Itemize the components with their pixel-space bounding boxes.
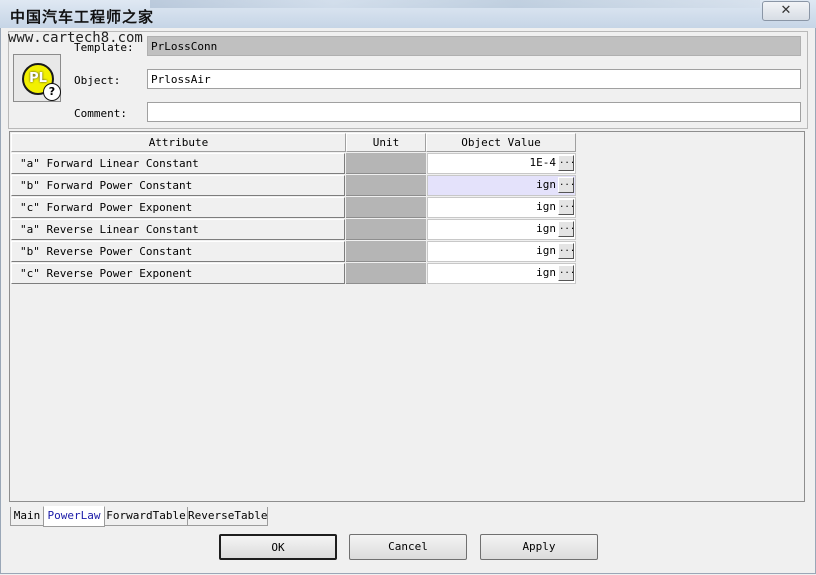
ellipsis-button[interactable]: ... [558,265,575,281]
cancel-button[interactable]: Cancel [349,534,467,560]
table-row: "a" Reverse Linear Constant ign ... [11,219,576,241]
attribute-cell: "b" Forward Power Constant [11,175,345,196]
close-button[interactable]: ✕ [762,1,810,21]
watermark-site-name: 中国汽车工程师之家 [10,8,155,26]
title-bar: 中国汽车工程师之家 ✕ [0,0,816,28]
unit-cell [346,175,426,196]
tab-reversetable[interactable]: ReverseTable [187,507,268,526]
unit-cell [346,153,426,174]
column-header-attribute[interactable]: Attribute [11,133,346,152]
value-text: ign [536,178,556,191]
attribute-cell: "b" Reverse Power Constant [11,241,345,262]
ellipsis-button[interactable]: ... [558,177,575,193]
table-row: "c" Reverse Power Exponent ign ... [11,263,576,285]
object-field[interactable]: PrlossAir [147,69,801,89]
comment-label: Comment: [74,107,127,120]
template-field: PrLossConn [147,36,801,56]
value-cell[interactable]: ign ... [427,197,576,218]
attribute-grid: Attribute Unit Object Value "a" Forward … [9,131,805,502]
value-cell-selected[interactable]: ign ... [427,175,576,196]
ok-button[interactable]: OK [219,534,337,560]
unit-cell [346,263,426,284]
title-bar-decoration [150,0,760,8]
attribute-cell: "c" Reverse Power Exponent [11,263,345,284]
object-label: Object: [74,74,121,87]
ellipsis-button[interactable]: ... [558,155,575,171]
column-header-unit[interactable]: Unit [346,133,426,152]
value-cell[interactable]: ign ... [427,263,576,284]
value-cell[interactable]: ign ... [427,241,576,262]
template-icon: PL ? [13,54,61,102]
apply-button[interactable]: Apply [480,534,598,560]
comment-field[interactable] [147,102,801,122]
ellipsis-button[interactable]: ... [558,199,575,215]
ellipsis-button[interactable]: ... [558,221,575,237]
table-row: "b" Forward Power Constant ign ... [11,175,576,197]
value-text: ign [536,266,556,279]
tab-forwardtable[interactable]: ForwardTable [104,507,188,526]
tab-main[interactable]: Main [10,507,44,526]
attribute-cell: "c" Forward Power Exponent [11,197,345,218]
value-cell[interactable]: ign ... [427,219,576,240]
column-header-object-value[interactable]: Object Value [426,133,576,152]
value-cell[interactable]: 1E-4 ... [427,153,576,174]
unit-cell [346,219,426,240]
ellipsis-button[interactable]: ... [558,243,575,259]
tab-powerlaw[interactable]: PowerLaw [43,506,105,527]
template-label: Template: [74,41,134,54]
value-text: ign [536,244,556,257]
value-text: ign [536,200,556,213]
value-text: 1E-4 [529,156,557,169]
help-badge-icon: ? [43,83,61,101]
table-row: "c" Forward Power Exponent ign ... [11,197,576,219]
table-row: "b" Reverse Power Constant ign ... [11,241,576,263]
attribute-cell: "a" Forward Linear Constant [11,153,345,174]
unit-cell [346,241,426,262]
attribute-cell: "a" Reverse Linear Constant [11,219,345,240]
table-row: "a" Forward Linear Constant 1E-4 ... [11,153,576,175]
value-text: ign [536,222,556,235]
unit-cell [346,197,426,218]
